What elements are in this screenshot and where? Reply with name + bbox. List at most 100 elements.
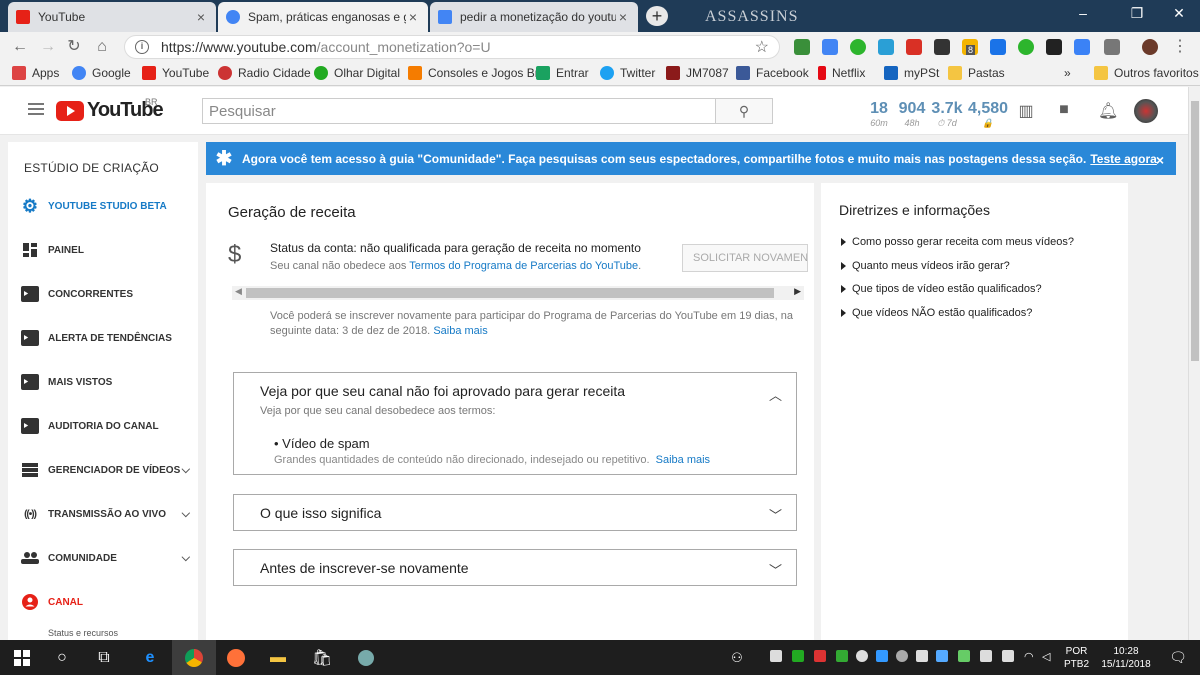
file-explorer-icon[interactable]: ▬ xyxy=(256,640,300,675)
bookmark-mypst[interactable]: myPSt xyxy=(884,66,939,80)
analytics-icon[interactable]: ▥ xyxy=(1016,101,1036,121)
chevron-down-icon[interactable]: ﹀ xyxy=(769,505,782,524)
tray-icon[interactable] xyxy=(980,650,992,662)
tray-icon[interactable] xyxy=(770,650,782,662)
sidebar-item-comunidade[interactable]: COMUNIDADE ⌵ xyxy=(20,547,190,569)
input-language[interactable]: POR PTB2 xyxy=(1064,645,1089,671)
back-icon[interactable]: ← xyxy=(10,37,30,57)
bookmark-radio-cidade[interactable]: Radio Cidade xyxy=(218,66,311,80)
new-tab-button[interactable]: + xyxy=(646,6,668,26)
tray-icon[interactable] xyxy=(958,650,970,662)
wifi-icon[interactable]: ◠ xyxy=(1024,650,1036,663)
upload-video-icon[interactable]: ■ xyxy=(1054,101,1074,121)
action-center-icon[interactable]: 🗨︎ xyxy=(1158,640,1198,675)
guideline-link-4[interactable]: Que vídeos NÃO estão qualificados? xyxy=(841,307,1032,319)
bookmark-twitter[interactable]: Twitter xyxy=(600,66,655,80)
banner-link[interactable]: Teste agora xyxy=(1090,152,1156,166)
accordion-before-reapply[interactable]: Antes de inscrever-se novamente ﹀ xyxy=(233,549,797,586)
bookmark-apps[interactable]: Apps xyxy=(12,66,59,80)
extension-icon[interactable] xyxy=(990,39,1006,55)
windows-start-icon[interactable] xyxy=(0,640,44,675)
extension-icon[interactable] xyxy=(934,39,950,55)
accordion-why-not-approved[interactable]: Veja por que seu canal não foi aprovado … xyxy=(233,372,797,475)
bookmark-youtube[interactable]: YouTube xyxy=(142,66,209,80)
sidebar-item-painel[interactable]: PAINEL xyxy=(20,239,190,261)
account-avatar[interactable] xyxy=(1134,99,1158,123)
sidebar-item-auditoria[interactable]: AUDITORIA DO CANAL xyxy=(20,415,190,437)
sidebar-item-studio-beta[interactable]: ⚙ YOUTUBE STUDIO BETA xyxy=(20,195,190,217)
subscriber-stat[interactable]: 4,580 🔒 xyxy=(966,100,1010,129)
tab-monetization-question[interactable]: pedir a monetização do youtube × xyxy=(430,2,638,32)
search-button[interactable]: ⚲ xyxy=(715,98,773,124)
guide-menu-icon[interactable] xyxy=(28,103,44,117)
site-info-icon[interactable]: i xyxy=(135,40,149,54)
bookmark-consoles-jogos[interactable]: Consoles e Jogos Br xyxy=(408,66,539,80)
bookmark-star-icon[interactable]: ☆ xyxy=(755,37,769,57)
partner-terms-link[interactable]: Termos do Programa de Parcerias do YouTu… xyxy=(409,260,638,272)
bookmark-folder-pastas[interactable]: Pastas xyxy=(948,66,1005,80)
extension-icon[interactable] xyxy=(878,39,894,55)
bookmark-facebook[interactable]: Facebook xyxy=(736,66,809,80)
volume-icon[interactable]: ◁ xyxy=(1042,650,1054,663)
cortana-icon[interactable]: ○ xyxy=(40,640,84,675)
extension-icon[interactable] xyxy=(1074,39,1090,55)
extension-icon[interactable] xyxy=(1018,39,1034,55)
extension-icon[interactable] xyxy=(794,39,810,55)
scroll-left-icon[interactable]: ◀ xyxy=(235,286,242,297)
chrome-icon[interactable] xyxy=(172,640,216,675)
home-icon[interactable]: ⌂ xyxy=(92,37,112,57)
realtime-stat-48h[interactable]: 904 48h xyxy=(894,100,930,128)
search-input[interactable]: Pesquisar xyxy=(202,98,716,124)
realtime-stat-60m[interactable]: 18 60m xyxy=(866,100,892,128)
maximize-button[interactable]: ❐ xyxy=(1114,0,1160,26)
sidebar-item-transmissao[interactable]: ((•)) TRANSMISSÃO AO VIVO ⌵ xyxy=(20,503,190,525)
gmail-extension-icon[interactable] xyxy=(906,39,922,55)
extension-icon[interactable]: 8 xyxy=(962,39,978,55)
browser-menu-icon[interactable]: ⋮ xyxy=(1170,37,1190,57)
reload-icon[interactable]: ↻ xyxy=(64,37,84,57)
bookmark-entrar[interactable]: Entrar xyxy=(536,66,589,80)
sidebar-subitem-status[interactable]: Status e recursos xyxy=(48,628,118,638)
tray-icon[interactable] xyxy=(896,650,908,662)
page-scrollbar[interactable] xyxy=(1188,87,1200,640)
tray-icon[interactable] xyxy=(916,650,928,662)
realtime-stat-7d[interactable]: 3.7k ⏱ 7d xyxy=(930,100,964,129)
store-icon[interactable]: 🛍︎ xyxy=(300,640,344,675)
guideline-link-2[interactable]: Quanto meus vídeos irão gerar? xyxy=(841,260,1010,272)
guideline-link-3[interactable]: Que tipos de vídeo estão qualificados? xyxy=(841,283,1042,295)
tab-spam-policy[interactable]: Spam, práticas enganosas e golp × xyxy=(218,2,428,32)
sidebar-item-alerta-tendencias[interactable]: ALERTA DE TENDÊNCIAS xyxy=(20,327,190,349)
tray-icon[interactable] xyxy=(856,650,868,662)
accordion-what-it-means[interactable]: O que isso significa ﹀ xyxy=(233,494,797,531)
app-icon[interactable] xyxy=(344,640,388,675)
close-icon[interactable]: × xyxy=(1156,152,1164,168)
extension-icon[interactable] xyxy=(850,39,866,55)
bookmarks-overflow-button[interactable]: » xyxy=(1064,66,1071,80)
tray-icon[interactable] xyxy=(792,650,804,662)
sidebar-item-concorrentes[interactable]: CONCORRENTES xyxy=(20,283,190,305)
close-tab-icon[interactable]: × xyxy=(406,9,420,25)
learn-more-link[interactable]: Saiba mais xyxy=(433,325,487,337)
task-view-icon[interactable]: ⧉ xyxy=(82,640,126,675)
sidebar-item-mais-vistos[interactable]: MAIS VISTOS xyxy=(20,371,190,393)
bookmark-netflix[interactable]: Netflix xyxy=(818,66,865,80)
tray-icon[interactable] xyxy=(936,650,948,662)
address-bar[interactable]: i https://www.youtube.com/account_moneti… xyxy=(124,35,780,59)
notifications-bell-icon[interactable]: 🔔︎ xyxy=(1098,101,1118,121)
firefox-icon[interactable] xyxy=(214,640,258,675)
scrollbar-thumb[interactable] xyxy=(246,288,774,298)
tab-youtube[interactable]: YouTube × xyxy=(8,2,216,32)
cast-icon[interactable] xyxy=(1104,39,1120,55)
minimize-button[interactable]: – xyxy=(1060,0,1106,26)
close-tab-icon[interactable]: × xyxy=(194,9,208,25)
learn-more-link[interactable]: Saiba mais xyxy=(656,454,710,466)
tray-icon[interactable] xyxy=(814,650,826,662)
tray-icon[interactable] xyxy=(876,650,888,662)
tray-icon[interactable] xyxy=(836,650,848,662)
battery-icon[interactable] xyxy=(1002,650,1014,662)
translate-extension-icon[interactable] xyxy=(822,39,838,55)
chevron-up-icon[interactable]: ︿ xyxy=(769,385,782,404)
scrollbar-thumb[interactable] xyxy=(1191,101,1199,361)
guideline-link-1[interactable]: Como posso gerar receita com meus vídeos… xyxy=(841,236,1074,248)
scroll-right-icon[interactable]: ▶ xyxy=(794,286,801,297)
